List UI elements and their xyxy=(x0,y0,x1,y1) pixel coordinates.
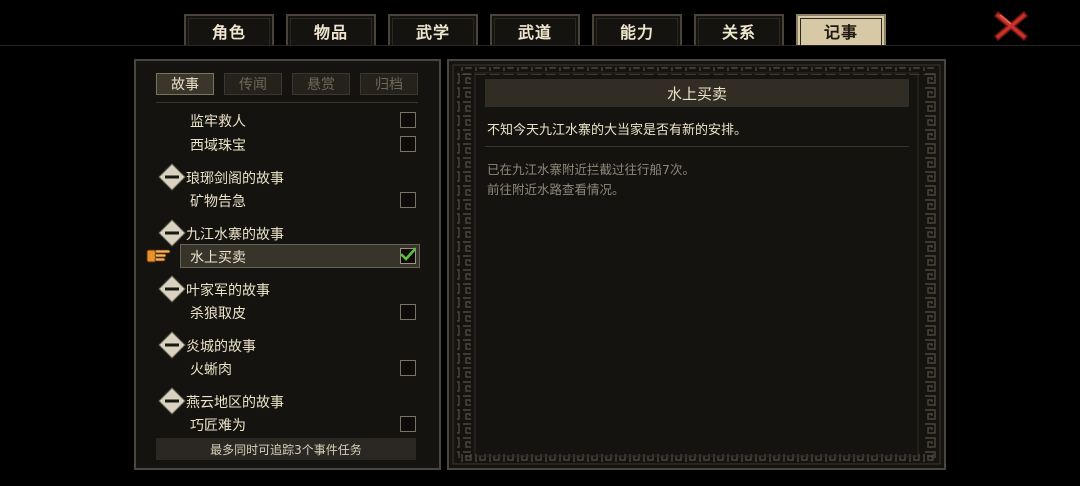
quest-description: 不知今天九江水寨的大当家是否有新的安排。 xyxy=(487,123,748,138)
tab-label: 武学 xyxy=(415,22,450,42)
subtab-archive[interactable]: 归档 xyxy=(360,73,418,95)
quest-list-panel: 故事 传闻 悬赏 归档 监牢救人 西域珠宝 琅琊剑阁的故事 矿物告急 九江水寨的… xyxy=(134,59,441,470)
tab-relations[interactable]: 关系 xyxy=(694,14,784,45)
collapse-icon[interactable] xyxy=(158,219,186,247)
subtab-bounties[interactable]: 悬赏 xyxy=(292,73,350,95)
track-checkbox[interactable] xyxy=(400,360,416,376)
track-checkbox[interactable] xyxy=(400,112,416,128)
subtab-divider xyxy=(156,102,418,103)
track-checkbox[interactable] xyxy=(400,304,416,320)
pointing-hand-icon xyxy=(146,249,171,263)
tab-label: 武道 xyxy=(517,22,552,42)
subtab-label: 悬赏 xyxy=(307,77,335,93)
close-button[interactable] xyxy=(992,9,1030,43)
track-checkbox-checked[interactable] xyxy=(400,247,416,264)
subtab-label: 故事 xyxy=(171,77,199,93)
subtab-label: 传闻 xyxy=(239,77,267,93)
quest-name: 火蜥肉 xyxy=(190,362,232,378)
tab-label: 记事 xyxy=(823,22,858,42)
subtab-stories[interactable]: 故事 xyxy=(156,73,214,95)
quest-detail-panel: 水上买卖 不知今天九江水寨的大当家是否有新的安排。 已在九江水寨附近拦截过往行船… xyxy=(447,59,946,470)
tab-label: 关系 xyxy=(721,22,756,42)
top-tab-bar: 角色 物品 武学 武道 能力 关系 记事 xyxy=(0,0,1080,46)
tab-journal[interactable]: 记事 xyxy=(796,14,886,45)
group-name: 叶家军的故事 xyxy=(186,283,270,299)
group-name: 琅琊剑阁的故事 xyxy=(186,171,284,187)
tab-character[interactable]: 角色 xyxy=(184,14,274,45)
quest-list: 监牢救人 西域珠宝 琅琊剑阁的故事 矿物告急 九江水寨的故事 水上买卖 叶家军的… xyxy=(136,109,439,439)
quest-item[interactable]: 巧匠难为 xyxy=(136,413,439,437)
quest-item[interactable]: 西域珠宝 xyxy=(136,133,439,157)
quest-name: 矿物告急 xyxy=(190,194,246,210)
collapse-icon[interactable] xyxy=(158,163,186,191)
subtab-label: 归档 xyxy=(375,77,403,93)
quest-item[interactable]: 火蜥肉 xyxy=(136,357,439,381)
group-name: 九江水寨的故事 xyxy=(186,227,284,243)
quest-group-header[interactable]: 琅琊剑阁的故事 xyxy=(136,163,439,191)
track-checkbox[interactable] xyxy=(400,416,416,432)
quest-title-bar: 水上买卖 xyxy=(485,79,909,107)
tab-abilities[interactable]: 能力 xyxy=(592,14,682,45)
quest-name: 西域珠宝 xyxy=(190,138,246,154)
quest-name: 水上买卖 xyxy=(190,250,246,266)
quest-name: 杀狼取皮 xyxy=(190,306,246,322)
quest-item[interactable]: 杀狼取皮 xyxy=(136,301,439,325)
close-icon xyxy=(993,10,1029,42)
quest-title: 水上买卖 xyxy=(666,84,727,103)
subtab-rumors[interactable]: 传闻 xyxy=(224,73,282,95)
subtab-bar: 故事 传闻 悬赏 归档 xyxy=(156,73,420,97)
quest-item[interactable]: 矿物告急 xyxy=(136,189,439,213)
tab-martial-arts[interactable]: 武学 xyxy=(388,14,478,45)
tab-label: 能力 xyxy=(619,22,654,42)
collapse-icon[interactable] xyxy=(158,331,186,359)
tracking-limit-note: 最多同时可追踪3个事件任务 xyxy=(156,438,416,460)
quest-objective: 前往附近水路查看情况。 xyxy=(487,182,625,197)
track-checkbox[interactable] xyxy=(400,136,416,152)
group-name: 燕云地区的故事 xyxy=(186,395,284,411)
quest-group-header[interactable]: 炎城的故事 xyxy=(136,331,439,359)
tab-items[interactable]: 物品 xyxy=(286,14,376,45)
tab-label: 角色 xyxy=(211,22,246,42)
quest-group-header[interactable]: 叶家军的故事 xyxy=(136,275,439,303)
group-name: 炎城的故事 xyxy=(186,339,256,355)
quest-group-header[interactable]: 九江水寨的故事 xyxy=(136,219,439,247)
tab-label: 物品 xyxy=(313,22,348,42)
quest-item-selected[interactable]: 水上买卖 xyxy=(136,244,439,269)
checkmark-icon xyxy=(400,247,416,261)
quest-objective: 已在九江水寨附近拦截过往行船7次。 xyxy=(487,162,695,177)
track-checkbox[interactable] xyxy=(400,192,416,208)
quest-name: 监牢救人 xyxy=(190,114,246,130)
tab-martial-way[interactable]: 武道 xyxy=(490,14,580,45)
detail-divider xyxy=(485,146,909,147)
quest-name: 巧匠难为 xyxy=(190,418,246,434)
collapse-icon[interactable] xyxy=(158,275,186,303)
collapse-icon[interactable] xyxy=(158,387,186,415)
quest-item[interactable]: 监牢救人 xyxy=(136,109,439,133)
quest-group-header[interactable]: 燕云地区的故事 xyxy=(136,387,439,415)
